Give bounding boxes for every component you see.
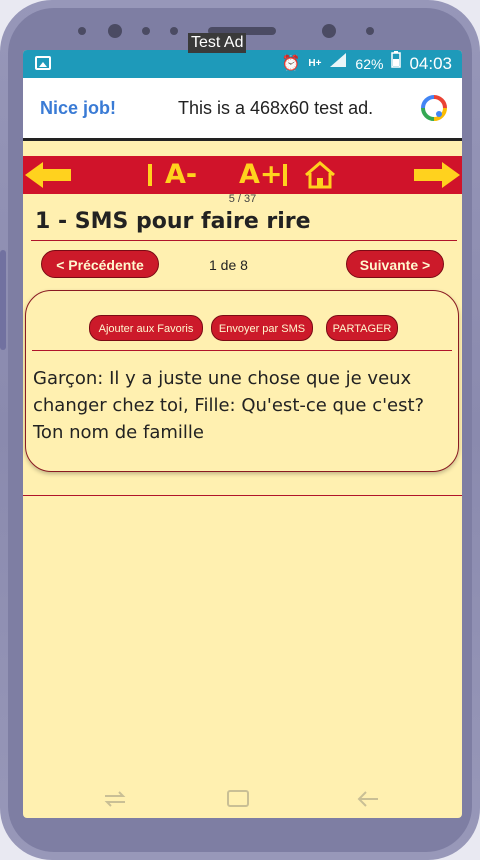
font-decrease-button[interactable]: A- [165,159,197,190]
alarm-icon: ⏰ [281,55,301,72]
side-button [0,250,6,350]
toolbar: A- A+ [23,156,462,194]
share-button[interactable]: PARTAGER [326,315,398,341]
toolbar-separator [148,164,152,186]
previous-button[interactable]: < Précédente [41,250,159,278]
app-screen: ⏰ H+ 62% 04:03 Nice job! This is a 468x6… [23,50,462,818]
content-divider [23,495,462,496]
ad-body-text: This is a 468x60 test ad. [178,98,374,118]
home-icon[interactable] [303,160,337,190]
clock: 04:03 [409,54,452,73]
ad-nice-text: Nice job! [40,98,117,118]
battery-icon [391,50,402,78]
card-divider [32,350,452,351]
arrow-left-icon[interactable] [23,160,73,190]
back-icon[interactable] [356,788,380,810]
status-bar: ⏰ H+ 62% 04:03 [23,50,462,78]
sensor-dot [78,27,86,35]
category-title: 1 - SMS pour faire rire [35,209,311,234]
front-camera-dot [322,24,336,38]
sensor-dot [366,27,374,35]
gallery-icon [35,56,51,70]
network-type-icon: H+ [308,58,322,69]
battery-percent: 62% [355,56,384,72]
home-nav-icon[interactable] [226,788,250,810]
system-nav-bar [23,780,462,818]
ad-network-logo [421,95,447,121]
title-divider [31,240,457,241]
sensor-dot [170,27,178,35]
page-indicator: 1 de 8 [209,257,248,273]
ad-banner[interactable]: Nice job! This is a 468x60 test ad. [23,78,462,141]
sms-card: Ajouter aux Favoris Envoyer par SMS PART… [25,290,459,472]
camera-dot [108,24,122,38]
arrow-right-icon[interactable] [412,160,462,190]
sensor-dot [142,27,150,35]
phone-frame: ⏰ H+ 62% 04:03 Nice job! This is a 468x6… [0,0,480,860]
item-counter: 5 / 37 [228,193,257,205]
font-increase-button[interactable]: A+ [239,159,283,190]
test-ad-label: Test Ad [188,33,247,53]
status-icons: ⏰ H+ 62% 04:03 [282,50,452,78]
add-favorites-button[interactable]: Ajouter aux Favoris [89,315,203,341]
toolbar-separator [283,164,287,186]
sms-text: Garçon: Il y a juste une chose que je ve… [33,368,425,443]
next-button[interactable]: Suivante > [346,250,444,278]
recents-icon[interactable] [103,788,127,810]
signal-icon [329,50,347,78]
send-sms-button[interactable]: Envoyer par SMS [211,315,313,341]
